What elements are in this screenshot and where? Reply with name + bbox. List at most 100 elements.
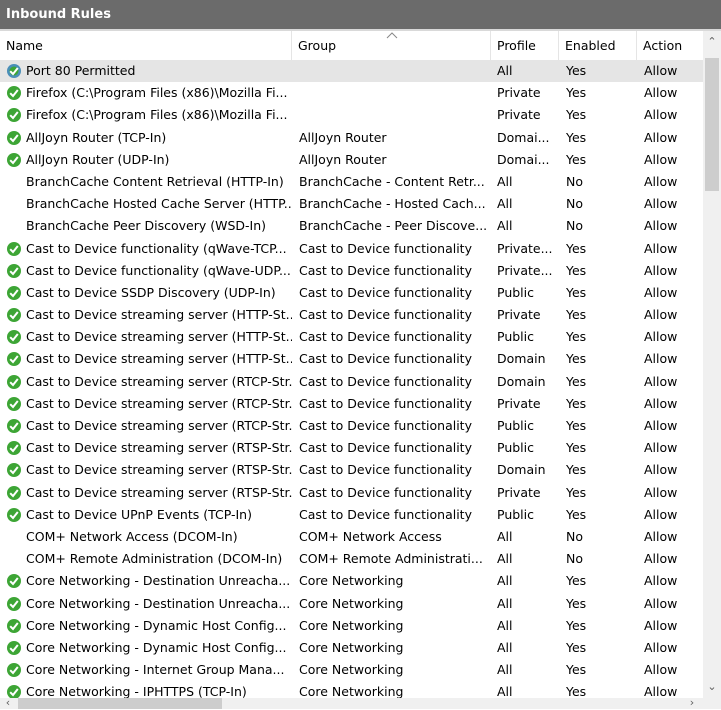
- rule-group: Cast to Device functionality: [299, 373, 472, 389]
- rule-group: Cast to Device functionality: [299, 329, 472, 345]
- rule-profile: Domain: [497, 462, 546, 478]
- rule-enabled: Yes: [566, 617, 587, 633]
- table-row[interactable]: Cast to Device streaming server (HTTP-St…: [0, 304, 703, 326]
- column-header-name[interactable]: Name: [0, 31, 292, 60]
- enabled-check-icon: [7, 152, 21, 167]
- table-row[interactable]: Cast to Device streaming server (RTSP-St…: [0, 482, 703, 504]
- table-row[interactable]: BranchCache Hosted Cache Server (HTTP...…: [0, 193, 703, 215]
- enabled-check-icon: [7, 640, 21, 655]
- rule-name: Core Networking - Destination Unreacha..…: [26, 595, 291, 611]
- table-row[interactable]: Core Networking - Dynamic Host Config...…: [0, 615, 703, 637]
- rule-profile: Private...: [497, 240, 553, 256]
- enabled-check-icon: [7, 285, 21, 300]
- scroll-down-icon[interactable]: ⌄: [705, 680, 719, 694]
- rule-profile: All: [497, 662, 513, 678]
- vertical-scrollbar[interactable]: ⌃ ⌄: [703, 31, 721, 698]
- table-row[interactable]: Cast to Device streaming server (RTCP-St…: [0, 393, 703, 415]
- table-row[interactable]: Cast to Device streaming server (RTSP-St…: [0, 459, 703, 481]
- rule-profile: Domai...: [497, 129, 550, 145]
- table-row[interactable]: Firefox (C:\Program Files (x86)\Mozilla …: [0, 82, 703, 104]
- rule-action: Allow: [644, 528, 678, 544]
- table-row[interactable]: AllJoyn Router (TCP-In) AllJoyn Router Dom…: [0, 127, 703, 149]
- rule-name: Port 80 Permitted: [26, 63, 136, 78]
- enabled-check-icon: [7, 396, 21, 411]
- table-row[interactable]: BranchCache Content Retrieval (HTTP-In) B…: [0, 171, 703, 193]
- table-row[interactable]: Cast to Device functionality (qWave-UDP.…: [0, 260, 703, 282]
- panel-title: Inbound Rules: [0, 0, 721, 29]
- rule-name: Cast to Device streaming server (HTTP-St…: [26, 351, 292, 367]
- rule-enabled: Yes: [566, 506, 587, 522]
- column-header-enabled[interactable]: Enabled: [559, 31, 637, 60]
- vertical-scroll-thumb[interactable]: [705, 58, 719, 191]
- rule-profile: All: [497, 63, 513, 78]
- rule-group: [299, 60, 494, 82]
- rule-group: Cast to Device functionality: [299, 506, 472, 522]
- rule-profile: Private: [497, 484, 541, 500]
- enabled-check-icon: [7, 108, 21, 123]
- rule-group: Core Networking: [299, 595, 404, 611]
- rule-group: BranchCache - Content Retr...: [299, 173, 485, 189]
- rule-profile: Private: [497, 107, 541, 123]
- scroll-right-icon[interactable]: ›: [686, 696, 698, 710]
- rule-name: BranchCache Peer Discovery (WSD-In): [26, 218, 267, 234]
- rule-name: Cast to Device streaming server (HTTP-St…: [26, 307, 292, 323]
- scrollbar-corner: [703, 698, 721, 709]
- rule-group: COM+ Remote Administrati...: [299, 551, 483, 567]
- table-row[interactable]: Core Networking - Internet Group Mana...…: [0, 659, 703, 681]
- table-row[interactable]: Cast to Device streaming server (RTSP-St…: [0, 437, 703, 459]
- table-row[interactable]: COM+ Remote Administration (DCOM-In) COM+…: [0, 548, 703, 570]
- rule-group: AllJoyn Router: [299, 151, 387, 167]
- rule-enabled: Yes: [566, 418, 587, 433]
- rule-action: Allow: [644, 329, 678, 345]
- table-row[interactable]: Cast to Device streaming server (RTCP-St…: [0, 371, 703, 393]
- table-row[interactable]: BranchCache Peer Discovery (WSD-In) Branc…: [0, 215, 703, 237]
- rule-enabled: No: [566, 528, 583, 544]
- rule-name: Core Networking - Dynamic Host Config...: [26, 617, 287, 633]
- table-row[interactable]: Cast to Device functionality (qWave-TCP.…: [0, 238, 703, 260]
- rule-name: COM+ Remote Administration (DCOM-In): [26, 551, 283, 567]
- horizontal-scrollbar[interactable]: ‹ ›: [0, 696, 703, 710]
- table-row[interactable]: Core Networking - Destination Unreacha..…: [0, 593, 703, 615]
- table-row[interactable]: AllJoyn Router (UDP-In) AllJoyn Router Dom…: [0, 149, 703, 171]
- rule-group: Cast to Device functionality: [299, 284, 472, 300]
- scroll-left-icon[interactable]: ‹: [2, 696, 14, 710]
- rule-profile: Private: [497, 85, 541, 101]
- column-header-action[interactable]: Action: [637, 31, 703, 60]
- table-row[interactable]: Firefox (C:\Program Files (x86)\Mozilla …: [0, 104, 703, 126]
- table-row[interactable]: Cast to Device SSDP Discovery (UDP-In) Ca…: [0, 282, 703, 304]
- table-row[interactable]: Cast to Device streaming server (HTTP-St…: [0, 348, 703, 370]
- table-row[interactable]: Cast to Device UPnP Events (TCP-In) Cast …: [0, 504, 703, 526]
- rules-list[interactable]: Name Group Profile Enabled Action Port 8…: [0, 31, 703, 698]
- rule-enabled: Yes: [566, 240, 587, 256]
- rule-name: Cast to Device streaming server (HTTP-St…: [26, 329, 292, 345]
- rule-profile: All: [497, 218, 513, 234]
- rule-group: AllJoyn Router: [299, 129, 387, 145]
- table-row[interactable]: Core Networking - Destination Unreacha..…: [0, 570, 703, 592]
- rule-enabled: Yes: [566, 63, 587, 78]
- table-row[interactable]: Cast to Device streaming server (HTTP-St…: [0, 326, 703, 348]
- rule-group: Cast to Device functionality: [299, 440, 472, 456]
- rule-profile: All: [497, 573, 513, 589]
- enabled-check-icon: [7, 374, 21, 389]
- rule-profile: Public: [497, 440, 534, 456]
- column-header-profile[interactable]: Profile: [491, 31, 559, 60]
- table-row[interactable]: Core Networking - Dynamic Host Config...…: [0, 637, 703, 659]
- horizontal-scroll-thumb[interactable]: [18, 698, 222, 709]
- table-row[interactable]: Port 80 Permitted All Yes Allow: [0, 60, 703, 83]
- rule-name: Core Networking - Dynamic Host Config...: [26, 639, 287, 655]
- table-row[interactable]: COM+ Network Access (DCOM-In) COM+ Networ…: [0, 526, 703, 548]
- rule-enabled: Yes: [566, 351, 587, 367]
- rule-profile: Public: [497, 284, 534, 300]
- rule-group: Cast to Device functionality: [299, 240, 472, 256]
- sort-ascending-icon: [386, 32, 398, 39]
- rule-group: Core Networking: [299, 684, 404, 698]
- table-row[interactable]: Cast to Device streaming server (RTCP-St…: [0, 415, 703, 437]
- rule-group: Core Networking: [299, 639, 404, 655]
- rule-group: Cast to Device functionality: [299, 462, 472, 478]
- enabled-check-icon: [7, 485, 21, 500]
- rule-action: Allow: [644, 506, 678, 522]
- table-row[interactable]: Core Networking - IPHTTPS (TCP-In) Core N…: [0, 681, 703, 698]
- rule-name: Firefox (C:\Program Files (x86)\Mozilla …: [26, 107, 288, 123]
- rule-action: Allow: [644, 218, 678, 234]
- scroll-up-icon[interactable]: ⌃: [705, 35, 719, 49]
